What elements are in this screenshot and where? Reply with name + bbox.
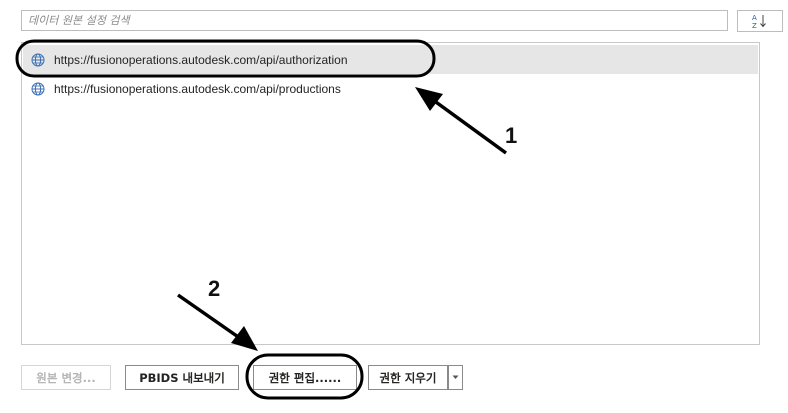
annotation-label-1: 1 <box>505 123 518 148</box>
svg-text:A: A <box>752 14 757 22</box>
clear-permissions-button[interactable]: 권한 지우기 <box>368 365 448 390</box>
annotation-label-2: 2 <box>208 276 221 301</box>
sort-button[interactable]: A Z <box>737 10 783 32</box>
svg-text:Z: Z <box>752 22 757 29</box>
sort-az-icon: A Z <box>752 14 766 29</box>
list-item-url: https://fusionoperations.autodesk.com/ap… <box>54 81 341 96</box>
chevron-down-icon <box>452 375 459 379</box>
data-source-list: https://fusionoperations.autodesk.com/ap… <box>21 42 760 345</box>
edit-permissions-button[interactable]: 권한 편집...... <box>253 365 357 390</box>
data-source-settings-panel: A Z https://fusionoperations.autodesk.co… <box>0 0 788 413</box>
globe-icon <box>31 82 45 95</box>
globe-icon <box>31 53 45 66</box>
change-source-button[interactable]: 원본 변경... <box>21 365 111 390</box>
clear-permissions-dropdown-button[interactable] <box>448 365 463 390</box>
list-item[interactable]: https://fusionoperations.autodesk.com/ap… <box>23 74 758 103</box>
export-pbids-button[interactable]: PBIDS 내보내기 <box>125 365 239 390</box>
search-input[interactable] <box>22 11 727 30</box>
list-item-url: https://fusionoperations.autodesk.com/ap… <box>54 52 348 67</box>
list-item[interactable]: https://fusionoperations.autodesk.com/ap… <box>23 45 758 74</box>
search-box[interactable] <box>21 10 728 31</box>
